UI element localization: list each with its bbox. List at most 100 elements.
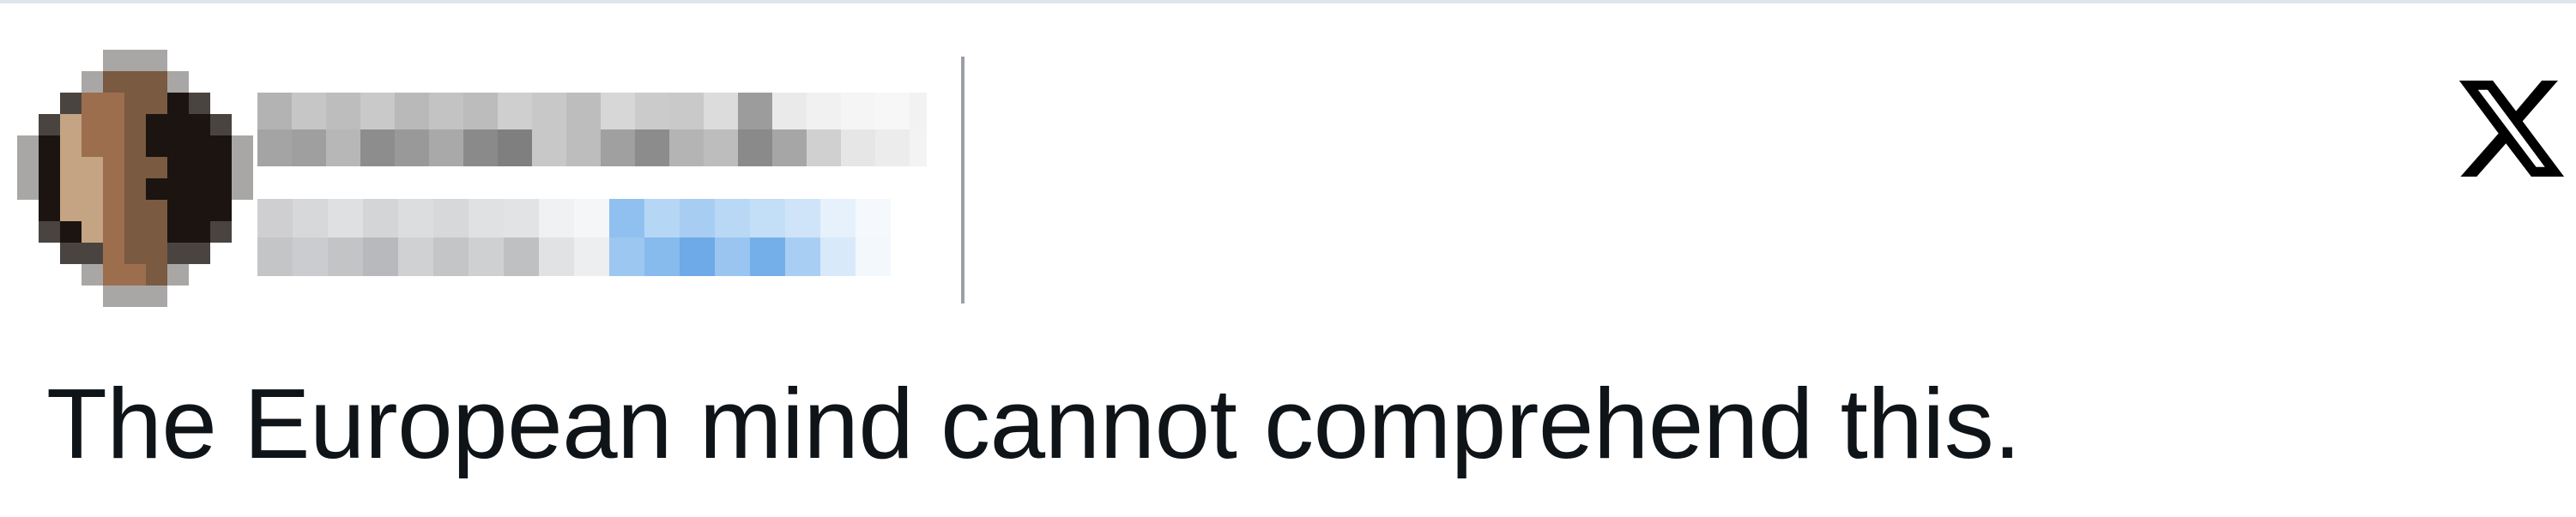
name-pixel	[841, 129, 875, 166]
avatar-pixel	[60, 221, 82, 243]
avatar-pixel	[189, 135, 210, 157]
name-pixel	[635, 129, 669, 166]
handle-pixel	[891, 199, 926, 237]
avatar-pixel	[124, 157, 146, 178]
handle-pixel	[785, 199, 820, 237]
name-pixel	[807, 129, 841, 166]
avatar-pixel	[82, 243, 103, 264]
avatar-pixel	[124, 71, 146, 93]
avatar-pixel	[17, 135, 39, 157]
avatar-pixel	[39, 221, 60, 243]
avatar-pixel	[124, 221, 146, 243]
handle-pixel	[328, 199, 363, 237]
avatar-pixel	[82, 157, 103, 178]
handle-pixel	[680, 237, 715, 276]
name-pixel	[875, 93, 910, 129]
handle-pixel	[926, 199, 961, 237]
avatar-pixel	[146, 71, 167, 93]
avatar-pixel	[103, 178, 124, 200]
avatar[interactable]	[17, 50, 254, 307]
handle-pixel	[257, 199, 293, 237]
name-pixel	[292, 129, 326, 166]
avatar-pixel	[189, 157, 210, 178]
handle-pixel	[469, 237, 504, 276]
handle-pixel	[504, 199, 539, 237]
handle-pixel	[574, 237, 609, 276]
avatar-pixel	[210, 135, 232, 157]
handle-pixel	[856, 199, 891, 237]
name-pixel	[463, 93, 498, 129]
avatar-pixel	[39, 157, 60, 178]
name-pixel	[704, 129, 738, 166]
handle-pixel	[644, 199, 680, 237]
handle-pixel	[398, 237, 433, 276]
name-pixel	[566, 93, 601, 129]
handle-pixel	[398, 199, 433, 237]
avatar-pixel	[146, 50, 167, 71]
x-logo-icon[interactable]	[2458, 81, 2565, 177]
avatar-pixel	[232, 178, 253, 200]
avatar-pixel	[146, 286, 167, 307]
name-pixel	[738, 129, 772, 166]
avatar-pixel	[103, 114, 124, 135]
name-pixel	[875, 129, 910, 166]
avatar-pixel	[82, 114, 103, 135]
avatar-pixel	[167, 135, 189, 157]
avatar-pixel	[232, 157, 253, 178]
avatar-pixel	[60, 93, 82, 114]
avatar-pixel	[189, 243, 210, 264]
avatar-pixel	[82, 71, 103, 93]
name-pixel	[292, 93, 326, 129]
author-handle-redacted[interactable]	[257, 199, 961, 276]
name-pixel	[429, 93, 463, 129]
avatar-pixel	[124, 50, 146, 71]
avatar-pixel	[124, 264, 146, 286]
name-pixel	[635, 93, 669, 129]
name-pixel	[807, 93, 841, 129]
avatar-pixel	[167, 200, 189, 221]
name-pixel	[532, 129, 566, 166]
avatar-pixel	[189, 221, 210, 243]
avatar-pixel	[167, 93, 189, 114]
name-pixel	[463, 129, 498, 166]
redaction-edge-divider	[961, 57, 964, 304]
avatar-image	[17, 50, 253, 307]
avatar-pixel	[146, 178, 167, 200]
avatar-pixel	[82, 178, 103, 200]
handle-pixel	[715, 237, 750, 276]
handle-pixel	[504, 237, 539, 276]
avatar-pixel	[124, 286, 146, 307]
avatar-pixel	[17, 157, 39, 178]
handle-pixel	[750, 237, 785, 276]
handle-pixel	[926, 237, 961, 276]
handle-pixel	[257, 237, 293, 276]
name-pixel	[601, 129, 635, 166]
avatar-pixel	[146, 114, 167, 135]
name-pixel	[704, 93, 738, 129]
avatar-pixel	[39, 200, 60, 221]
avatar-pixel	[210, 200, 232, 221]
avatar-pixel	[103, 221, 124, 243]
avatar-pixel	[124, 200, 146, 221]
avatar-pixel	[60, 135, 82, 157]
handle-pixel	[433, 237, 469, 276]
name-pixel	[841, 93, 875, 129]
avatar-pixel	[103, 71, 124, 93]
handle-pixel	[469, 199, 504, 237]
handle-pixel	[820, 199, 856, 237]
redacted-name-pixels	[257, 93, 927, 166]
name-pixel	[669, 93, 704, 129]
author-name-redacted[interactable]	[257, 93, 927, 166]
handle-pixel	[785, 237, 820, 276]
name-pixel	[498, 129, 532, 166]
name-pixel	[257, 129, 292, 166]
avatar-pixel	[167, 243, 189, 264]
tweet-card: The European mind cannot comprehend this…	[0, 3, 2576, 517]
handle-pixel	[433, 199, 469, 237]
handle-pixel	[856, 237, 891, 276]
name-pixel	[395, 93, 429, 129]
name-pixel	[360, 129, 395, 166]
avatar-pixel	[124, 135, 146, 157]
avatar-pixel	[103, 135, 124, 157]
name-pixel	[429, 129, 463, 166]
